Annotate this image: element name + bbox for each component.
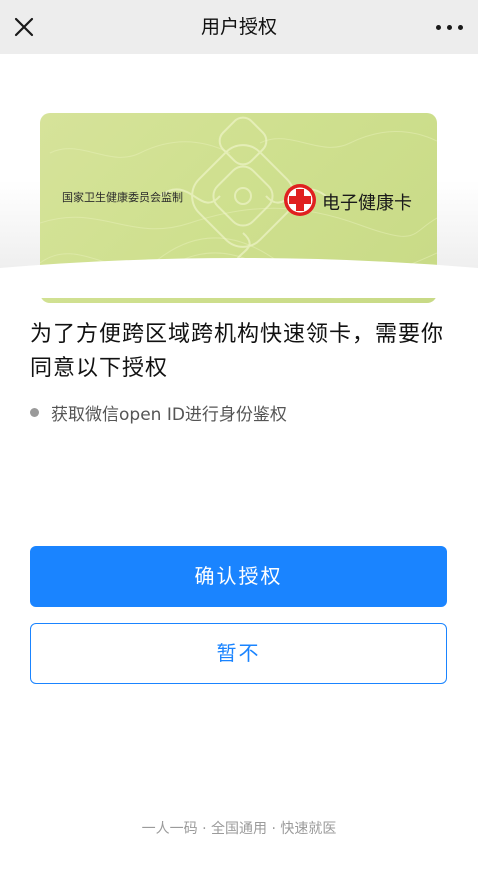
permission-item: 获取微信open ID进行身份鉴权 <box>30 400 287 425</box>
more-button[interactable] <box>430 12 470 42</box>
more-icon <box>436 25 441 30</box>
page-title: 用户授权 <box>200 16 277 38</box>
close-button[interactable] <box>10 13 38 41</box>
authorization-heading: 为了方便跨区域跨机构快速领卡，需要你同意以下授权 <box>30 322 445 381</box>
nav-bar: 用户授权 <box>0 0 478 54</box>
hero-curve <box>0 258 478 298</box>
card-name: 电子健康卡 <box>322 193 412 214</box>
decline-button[interactable]: 暂不 <box>30 623 447 684</box>
card-issuer: 国家卫生健康委员会监制 <box>62 191 183 204</box>
confirm-authorization-button[interactable]: 确认授权 <box>30 546 447 607</box>
more-icon-dot <box>447 25 452 30</box>
close-icon <box>14 17 34 37</box>
footer-slogan: 一人一码 · 全国通用 · 快速就医 <box>141 821 337 837</box>
red-cross-icon <box>284 184 316 216</box>
bullet-dot <box>30 407 39 417</box>
more-icon-dot <box>458 25 463 30</box>
permission-text: 获取微信open ID进行身份鉴权 <box>51 404 287 425</box>
